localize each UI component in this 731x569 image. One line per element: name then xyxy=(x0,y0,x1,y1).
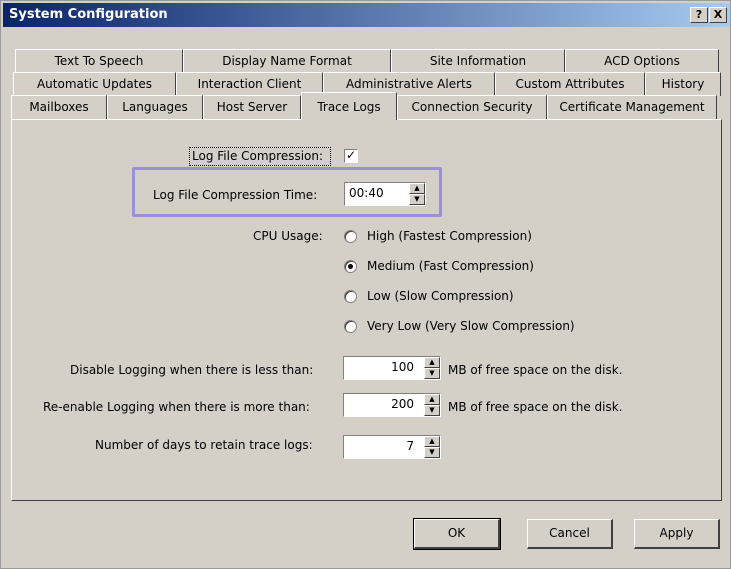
ok-button[interactable]: OK xyxy=(413,518,501,550)
compression-label: Log File Compression: xyxy=(192,149,324,163)
reenable-logging-spin: ▲ ▼ xyxy=(424,394,440,416)
retain-days-stepper[interactable]: 7 ▲ ▼ xyxy=(343,435,441,459)
tab-certificate-management[interactable]: Certificate Management xyxy=(547,95,717,119)
spin-up-icon[interactable]: ▲ xyxy=(409,183,425,194)
tab-row-3: Mailboxes Languages Host Server Trace Lo… xyxy=(11,92,717,120)
tab-row-1: Text To Speech Display Name Format Site … xyxy=(15,49,719,73)
radio-low[interactable] xyxy=(344,290,357,303)
window-title: System Configuration xyxy=(9,7,168,22)
tab-site-information[interactable]: Site Information xyxy=(391,49,565,73)
tab-connection-security[interactable]: Connection Security xyxy=(397,95,547,119)
disable-logging-suffix: MB of free space on the disk. xyxy=(448,363,623,377)
tab-acd-options[interactable]: ACD Options xyxy=(565,49,719,73)
close-button[interactable]: X xyxy=(709,7,727,23)
spin-down-icon[interactable]: ▼ xyxy=(424,405,440,416)
radio-high-label[interactable]: High (Fastest Compression) xyxy=(367,229,532,243)
cpu-usage-label: CPU Usage: xyxy=(253,229,323,243)
tab-languages[interactable]: Languages xyxy=(107,95,203,119)
compression-time-value: 00:40 xyxy=(349,186,384,200)
reenable-logging-suffix: MB of free space on the disk. xyxy=(448,400,623,414)
tab-host-server[interactable]: Host Server xyxy=(203,95,301,119)
disable-logging-stepper[interactable]: 100 ▲ ▼ xyxy=(343,356,441,380)
retain-days-label: Number of days to retain trace logs: xyxy=(95,438,313,452)
tab-mailboxes[interactable]: Mailboxes xyxy=(11,95,107,119)
check-icon: ✓ xyxy=(345,148,357,162)
radio-medium-label[interactable]: Medium (Fast Compression) xyxy=(367,259,534,273)
title-bar[interactable]: System Configuration ? X xyxy=(3,3,730,27)
radio-medium[interactable] xyxy=(344,260,357,273)
tab-trace-logs[interactable]: Trace Logs xyxy=(301,92,397,120)
radio-low-label[interactable]: Low (Slow Compression) xyxy=(367,289,514,303)
spin-up-icon[interactable]: ▲ xyxy=(424,436,440,447)
retain-days-spin: ▲ ▼ xyxy=(424,436,440,458)
help-button[interactable]: ? xyxy=(690,7,708,23)
radio-high[interactable] xyxy=(344,230,357,243)
spin-up-icon[interactable]: ▲ xyxy=(424,394,440,405)
disable-logging-spin: ▲ ▼ xyxy=(424,357,440,379)
compression-time-stepper[interactable]: 00:40 ▲ ▼ xyxy=(344,182,426,206)
reenable-logging-label: Re-enable Logging when there is more tha… xyxy=(43,400,310,414)
spin-down-icon[interactable]: ▼ xyxy=(409,194,425,205)
compression-time-label: Log File Compression Time: xyxy=(153,188,318,202)
spin-down-icon[interactable]: ▼ xyxy=(424,368,440,379)
retain-days-value: 7 xyxy=(406,439,414,453)
reenable-logging-stepper[interactable]: 200 ▲ ▼ xyxy=(343,393,441,417)
spin-up-icon[interactable]: ▲ xyxy=(424,357,440,368)
radio-very-low[interactable] xyxy=(344,320,357,333)
cancel-button[interactable]: Cancel xyxy=(527,519,613,549)
tab-history[interactable]: History xyxy=(645,72,721,96)
compression-time-spin: ▲ ▼ xyxy=(409,183,425,205)
compression-checkbox[interactable]: ✓ xyxy=(344,149,358,163)
spin-down-icon[interactable]: ▼ xyxy=(424,447,440,458)
apply-button[interactable]: Apply xyxy=(634,519,720,549)
tab-automatic-updates[interactable]: Automatic Updates xyxy=(13,72,176,96)
tab-display-name-format[interactable]: Display Name Format xyxy=(183,49,391,73)
tab-text-to-speech[interactable]: Text To Speech xyxy=(15,49,183,73)
disable-logging-label: Disable Logging when there is less than: xyxy=(70,363,314,377)
disable-logging-value: 100 xyxy=(391,360,414,374)
tab-custom-attributes[interactable]: Custom Attributes xyxy=(495,72,645,96)
reenable-logging-value: 200 xyxy=(391,397,414,411)
system-configuration-dialog: System Configuration ? X Text To Speech … xyxy=(0,0,731,569)
radio-very-low-label[interactable]: Very Low (Very Slow Compression) xyxy=(367,319,575,333)
